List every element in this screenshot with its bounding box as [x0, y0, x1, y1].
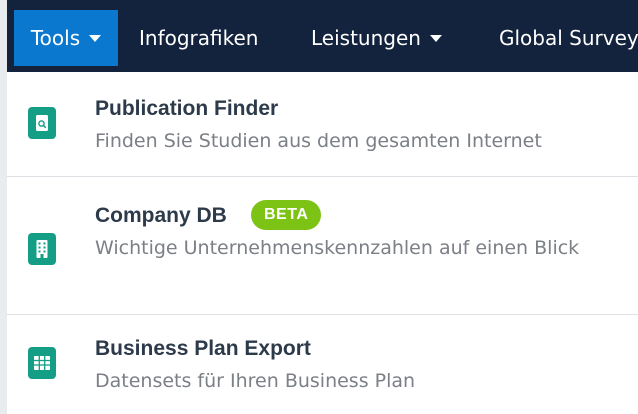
- building-icon: [28, 233, 56, 265]
- nav-infografiken[interactable]: Infografiken: [139, 10, 258, 66]
- table-icon: [28, 347, 56, 379]
- beta-badge: BETA: [251, 200, 322, 230]
- nav-global-label: Global Survey: [499, 26, 638, 50]
- menu-item-title: Publication Finder: [95, 97, 279, 120]
- nav-global-survey[interactable]: Global Survey: [499, 10, 638, 66]
- document-search-icon: [28, 107, 56, 139]
- menu-item-description: Datensets für Ihren Business Plan: [95, 370, 416, 392]
- tools-dropdown-menu: Publication Finder Finden Sie Studien au…: [7, 72, 638, 414]
- menu-item-company-db[interactable]: Company DB BETA Wichtige Unternehmensken…: [7, 177, 638, 314]
- nav-leistungen-dropdown[interactable]: Leistungen: [311, 10, 442, 66]
- menu-item-description: Finden Sie Studien aus dem gesamten Inte…: [95, 130, 542, 152]
- window-left-edge: [0, 0, 7, 414]
- nav-tools-label: Tools: [30, 26, 81, 50]
- nav-leistungen-label: Leistungen: [311, 26, 421, 50]
- menu-item-description: Wichtige Unternehmenskennzahlen auf eine…: [95, 237, 580, 259]
- menu-item-title: Business Plan Export: [95, 337, 311, 360]
- nav-infografiken-label: Infografiken: [139, 26, 259, 50]
- menu-item-publication-finder[interactable]: Publication Finder Finden Sie Studien au…: [7, 72, 638, 176]
- top-navbar: Tools Infografiken Leistungen Global Sur…: [7, 0, 638, 72]
- caret-down-icon: [89, 34, 102, 42]
- menu-item-title: Company DB: [95, 204, 227, 227]
- nav-tools-dropdown[interactable]: Tools: [14, 10, 118, 66]
- caret-down-icon: [429, 34, 442, 42]
- menu-item-business-plan-export[interactable]: Business Plan Export Datensets für Ihren…: [7, 315, 638, 414]
